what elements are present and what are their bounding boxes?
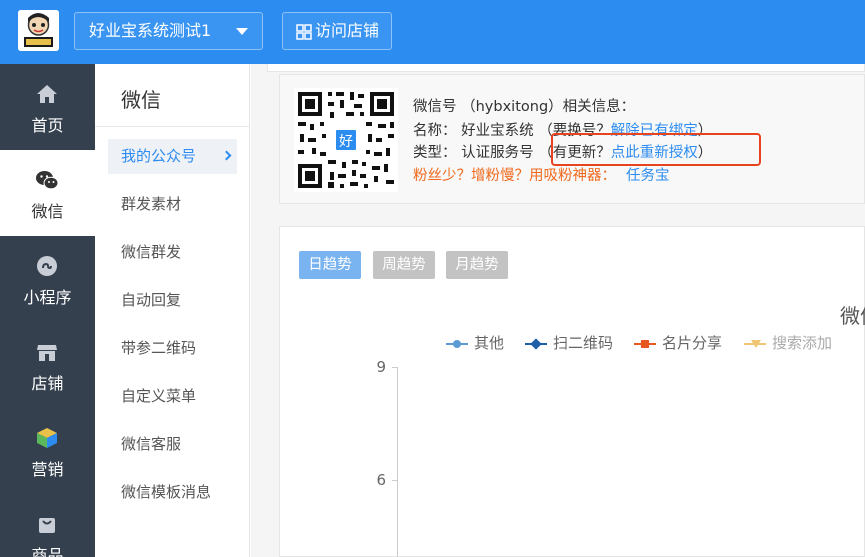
subnav-item-auto-reply[interactable]: 自动回复 <box>108 283 237 318</box>
legend-label: 搜索添加 <box>772 334 833 352</box>
store-icon <box>37 345 57 361</box>
subnav-label: 微信群发 <box>121 243 182 261</box>
task-tool-link[interactable]: 任务宝 <box>626 168 670 184</box>
subnav-item-custom-menu[interactable]: 自定义菜单 <box>108 379 237 414</box>
top-bar: 好业宝系统测试1 访问店铺 <box>0 0 865 64</box>
y-axis <box>397 367 398 557</box>
legend-item-scan-qr[interactable]: 扫二维码 <box>525 332 613 353</box>
nav-label: 微信 <box>31 202 64 221</box>
highlight-annotation <box>551 133 761 166</box>
divider <box>95 126 249 127</box>
subnav-item-materials[interactable]: 群发素材 <box>108 187 237 222</box>
y-tick <box>392 480 398 481</box>
sub-nav: 微信 我的公众号 群发素材 微信群发 自动回复 带参二维码 自定义菜单 微信客服… <box>95 64 250 557</box>
subnav-label: 微信模板消息 <box>121 483 212 501</box>
bag-icon <box>39 518 55 533</box>
subnav-label: 我的公众号 <box>121 147 197 165</box>
miniprogram-icon <box>37 256 57 276</box>
visit-store-label: 访问店铺 <box>315 21 380 40</box>
legend-label: 名片分享 <box>662 334 723 352</box>
subnav-label: 微信客服 <box>121 435 182 453</box>
brand-logo[interactable] <box>18 10 59 51</box>
legend-item-card-share[interactable]: 名片分享 <box>634 332 722 353</box>
legend-marker <box>525 338 547 350</box>
legend-label: 其他 <box>474 334 505 352</box>
nav-label: 小程序 <box>23 288 72 307</box>
nav-label: 店铺 <box>31 374 64 393</box>
subnav-item-mass-send[interactable]: 微信群发 <box>108 235 237 270</box>
wechat-id-line: 微信号 （hybxitong）相关信息： <box>413 99 636 115</box>
promo-line: 粉丝少？增粉慢？用吸粉神器： 任务宝 <box>413 164 670 185</box>
nav-item-goods[interactable]: 商品 <box>0 494 95 557</box>
main-content: 好 微信号 （hybxitong）相关信息： 名称： 好业宝系统 （要换号？解除… <box>251 64 865 557</box>
chevron-right-icon <box>221 150 232 161</box>
scroll-edge <box>267 64 865 72</box>
chart-title: 微信 <box>840 304 865 328</box>
nav-item-miniprogram[interactable]: 小程序 <box>0 236 95 322</box>
nav-item-wechat[interactable]: 微信 <box>0 150 95 236</box>
home-icon <box>37 85 57 103</box>
promo-text: 粉丝少？增粉慢？用吸粉神器： <box>413 168 616 184</box>
tab-monthly-trend[interactable]: 月趋势 <box>446 251 508 279</box>
shop-name: 好业宝系统测试1 <box>89 21 212 40</box>
y-tick-label: 6 <box>376 471 386 489</box>
trend-chart-card: 日趋势 周趋势 月趋势 微信 其他 扫二维码 名片分享 搜索添加 9 6 <box>279 226 865 557</box>
subnav-label: 自动回复 <box>121 291 182 309</box>
account-info-card: 好 微信号 （hybxitong）相关信息： 名称： 好业宝系统 （要换号？解除… <box>279 74 865 204</box>
legend-marker <box>446 338 468 350</box>
nav-item-store[interactable]: 店铺 <box>0 322 95 408</box>
subnav-item-my-account[interactable]: 我的公众号 <box>108 139 237 174</box>
visit-store-button[interactable]: 访问店铺 <box>282 12 392 50</box>
legend-marker <box>634 338 656 350</box>
nav-item-home[interactable]: 首页 <box>0 64 95 150</box>
legend-item-other[interactable]: 其他 <box>446 332 504 353</box>
cube-icon <box>37 428 57 448</box>
subnav-title: 微信 <box>121 88 161 112</box>
subnav-label: 群发素材 <box>121 195 182 213</box>
shop-selector[interactable]: 好业宝系统测试1 <box>74 12 263 50</box>
qr-logo-badge: 好 <box>334 128 358 152</box>
nav-label: 商品 <box>31 546 64 557</box>
subnav-item-template-msg[interactable]: 微信模板消息 <box>108 475 237 510</box>
grid-icon <box>296 24 312 40</box>
y-tick <box>392 367 398 368</box>
nav-item-marketing[interactable]: 营销 <box>0 408 95 494</box>
legend-label: 扫二维码 <box>553 334 614 352</box>
qr-code: 好 <box>294 88 398 192</box>
legend-marker <box>744 338 766 350</box>
nav-label: 营销 <box>31 460 64 479</box>
legend-item-search-add[interactable]: 搜索添加 <box>744 332 832 353</box>
tab-weekly-trend[interactable]: 周趋势 <box>373 251 435 279</box>
caret-down-icon <box>236 28 248 35</box>
nav-label: 首页 <box>31 116 64 135</box>
subnav-item-qrcode[interactable]: 带参二维码 <box>108 331 237 366</box>
wechat-icon <box>36 171 59 190</box>
subnav-item-service[interactable]: 微信客服 <box>108 427 237 462</box>
tab-daily-trend[interactable]: 日趋势 <box>299 251 361 279</box>
main-nav: 首页 微信 小程序 店铺 营销 商品 <box>0 64 95 557</box>
subnav-label: 自定义菜单 <box>121 387 197 405</box>
subnav-label: 带参二维码 <box>121 339 197 357</box>
y-tick-label: 9 <box>376 358 386 376</box>
